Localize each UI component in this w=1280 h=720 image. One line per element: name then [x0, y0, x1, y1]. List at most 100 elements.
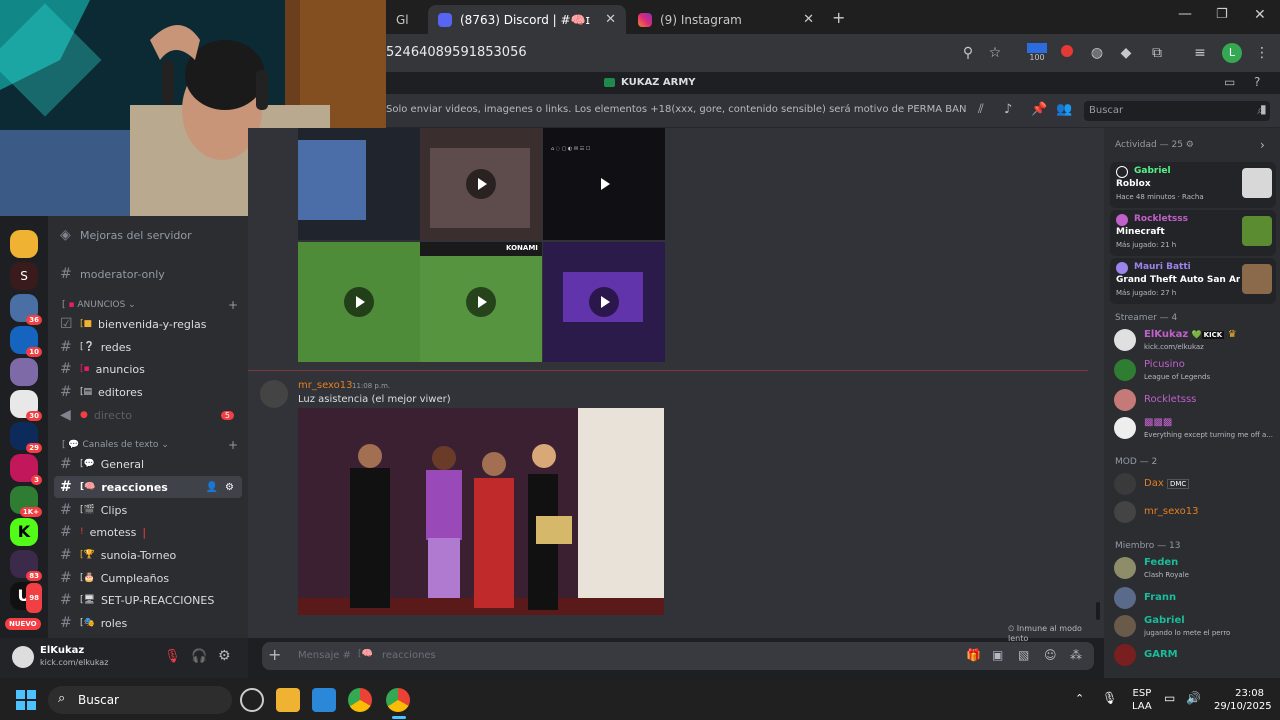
server-icon[interactable]: 10	[10, 326, 42, 357]
server-boost-item[interactable]: ◈ Mejoras del servidor	[54, 224, 242, 246]
chrome-icon[interactable]	[348, 688, 372, 712]
emoji-icon[interactable]: ☺	[1044, 648, 1057, 662]
new-badge[interactable]: NUEVO	[5, 618, 41, 630]
attached-image[interactable]	[298, 408, 664, 615]
gif-icon[interactable]: ▣	[992, 648, 1003, 662]
activity-card[interactable]: Gabriel Roblox Hace 48 minutos · Racha	[1110, 162, 1276, 208]
channel-emotess[interactable]: #! emotess |	[54, 521, 242, 543]
headphones-icon[interactable]: 🎧	[191, 649, 207, 664]
language-indicator[interactable]: ESP LAA	[1132, 687, 1152, 713]
channel-reacciones[interactable]: # [🧠 reacciones 👤 ⚙	[54, 476, 242, 498]
server-icon[interactable]: 1K+	[10, 486, 42, 517]
channel-cumpleanos[interactable]: # [🎂 Cumpleaños	[54, 567, 242, 589]
member-list-icon[interactable]: 👥	[1056, 102, 1072, 117]
video-thumbnail[interactable]	[420, 128, 542, 240]
channel-sunoia-torneo[interactable]: # [🏆 sunoia-Torneo	[54, 544, 242, 566]
server-icon[interactable]: S	[10, 262, 38, 290]
media-control-icon[interactable]: ≡	[1190, 43, 1210, 63]
channel-bienvenida[interactable]: ☑ [■ bienvenida-y-reglas	[54, 313, 242, 335]
user-settings-icon[interactable]: ⚙	[218, 648, 231, 664]
member-item[interactable]: Frann	[1114, 584, 1274, 614]
kick-server-icon[interactable]: K	[10, 518, 38, 546]
settings-gear-icon[interactable]: ⚙	[225, 482, 234, 493]
globe-extension-icon[interactable]: ◍	[1087, 43, 1107, 63]
avatar[interactable]	[12, 646, 34, 668]
gift-icon[interactable]: 🎁	[966, 648, 981, 662]
record-extension-icon[interactable]	[1061, 45, 1073, 57]
member-item[interactable]: mr_sexo13	[1114, 498, 1274, 528]
tab-instagram[interactable]: (9) Instagram ✕	[628, 5, 824, 34]
channel-clips[interactable]: # [🎬 Clips	[54, 499, 242, 521]
taskbar-search[interactable]: ⌕ Buscar	[48, 686, 232, 714]
url-text[interactable]: 52464089591853056	[386, 45, 527, 60]
network-icon[interactable]: ▭	[1164, 691, 1175, 705]
windows-start-icon[interactable]	[16, 690, 36, 710]
member-item[interactable]: Rockletsss	[1114, 386, 1274, 416]
zoom-icon[interactable]: ⚲	[958, 43, 978, 63]
more-menu-icon[interactable]: ⋮	[1252, 43, 1272, 63]
activity-card[interactable]: Mauri Batti Grand Theft Auto San Andr...…	[1110, 258, 1276, 304]
video-thumbnail[interactable]	[298, 242, 420, 362]
category-anuncios[interactable]: [ ▪ ANUNCIOS ⌄	[62, 300, 136, 310]
new-tab-button[interactable]: +	[832, 8, 845, 27]
profile-avatar[interactable]: L	[1222, 43, 1242, 63]
app-icon[interactable]	[240, 688, 264, 712]
invite-icon[interactable]: 👤	[206, 482, 218, 493]
channel-general[interactable]: # [💬 General	[54, 453, 242, 475]
photos-icon[interactable]	[312, 688, 336, 712]
server-icon[interactable]: 30	[10, 390, 42, 421]
clock[interactable]: 23:08 29/10/2025	[1214, 687, 1272, 713]
channel-directo[interactable]: ◀ ● directo 5	[54, 404, 242, 426]
inbox-icon[interactable]: ▭	[1224, 75, 1235, 89]
chrome-icon[interactable]	[386, 688, 410, 712]
channel-anuncios[interactable]: # [▪ anuncios	[54, 358, 242, 380]
video-thumbnail[interactable]: KONAMI	[420, 242, 542, 362]
threads-icon[interactable]: ⫽	[978, 102, 984, 117]
sticker-icon[interactable]: ▧	[1018, 648, 1029, 662]
member-item[interactable]: GARM	[1114, 641, 1274, 671]
bookmark-icon[interactable]: ▮	[1260, 102, 1267, 116]
tab-discord[interactable]: (8763) Discord | #🧠ɪreac ✕	[428, 5, 626, 34]
volume-icon[interactable]: 🔊	[1186, 691, 1201, 705]
tab-gl[interactable]: Gl ✕	[386, 5, 454, 34]
channel-moderator-only[interactable]: # moderator-only	[54, 263, 242, 285]
pin-icon[interactable]: 📌	[1031, 102, 1047, 117]
close-icon[interactable]: ✕	[803, 12, 814, 27]
server-icon[interactable]: 36	[10, 294, 42, 325]
activity-card[interactable]: Rockletsss Minecraft Más jugado: 21 h	[1110, 210, 1276, 256]
server-icon[interactable]	[10, 358, 38, 386]
member-item[interactable]: Feden Clash Royale	[1114, 554, 1274, 584]
channel-roles[interactable]: # [🎭 roles	[54, 612, 242, 634]
chevron-right-icon[interactable]: ›	[1260, 138, 1265, 152]
mic-muted-icon[interactable]: 🎙	[164, 649, 181, 664]
maximize-button[interactable]: ❐	[1216, 7, 1228, 22]
server-icon[interactable]: 83	[10, 550, 42, 581]
help-icon[interactable]: ?	[1254, 75, 1260, 89]
window-close-button[interactable]: ✕	[1254, 7, 1266, 23]
video-thumbnail[interactable]	[543, 242, 665, 362]
channel-setup-reacciones[interactable]: # [🖥 SET-UP-REACCIONES	[54, 589, 242, 611]
apps-icon[interactable]: ⁂	[1070, 648, 1082, 662]
microphone-icon[interactable]: 🎙	[1102, 691, 1117, 705]
extension-icon[interactable]: 100	[1027, 43, 1047, 63]
add-channel-icon[interactable]: +	[228, 438, 238, 452]
file-explorer-icon[interactable]	[276, 688, 300, 712]
server-icon[interactable]	[10, 230, 38, 258]
member-item[interactable]: ElKukaz 💚 KICK ♛ kick.com/elkukaz	[1114, 326, 1274, 356]
message-author[interactable]: mr_sexo13	[298, 380, 353, 391]
channel-topic[interactable]: Solo enviar videos, imagenes o links. Lo…	[386, 104, 966, 115]
add-channel-icon[interactable]: +	[228, 298, 238, 312]
video-thumbnail[interactable]: ⌂ ◌ ▢ ◐ ✉ ☷ ☐	[543, 128, 665, 240]
server-icon[interactable]: 3	[10, 454, 42, 485]
mute-icon[interactable]: ♪	[1004, 102, 1012, 117]
server-icon[interactable]: 29	[10, 422, 42, 453]
diamond-extension-icon[interactable]: ◆	[1116, 43, 1136, 63]
search-box[interactable]: Buscar ⌕	[1084, 101, 1270, 121]
minimize-button[interactable]: —	[1178, 6, 1192, 22]
avatar[interactable]	[260, 380, 288, 408]
attach-plus-icon[interactable]: +	[268, 645, 281, 664]
message-composer[interactable]: + Mensaje # [🧠 reacciones 🎁 ▣ ▧ ☺ ⁂	[262, 642, 1094, 670]
puzzle-icon[interactable]: ⧉	[1147, 43, 1167, 63]
video-thumbnail[interactable]	[298, 128, 420, 240]
category-canales-texto[interactable]: [ 💬 Canales de texto ⌄	[62, 440, 169, 450]
